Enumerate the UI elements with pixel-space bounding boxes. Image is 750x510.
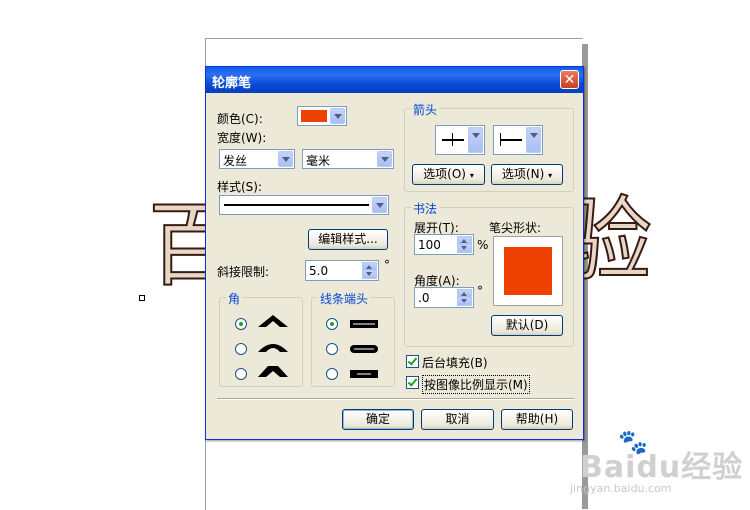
chevron-down-icon[interactable] xyxy=(468,127,483,153)
close-icon: ✕ xyxy=(563,72,576,88)
dialog-title: 轮廓笔 xyxy=(212,76,252,91)
chevron-down-icon[interactable] xyxy=(330,108,345,124)
width-label: 宽度(W): xyxy=(217,131,267,145)
unit-select-value: 毫米 xyxy=(306,154,331,168)
cap-butt-radio[interactable] xyxy=(326,318,338,330)
stretch-stepper[interactable]: 100 xyxy=(414,234,474,255)
ok-button[interactable]: 确定 xyxy=(342,409,414,430)
arrows-group: 箭头 选项(O) ▾ 选项(N) ▾ xyxy=(404,101,574,192)
line-end-tick xyxy=(500,133,501,146)
end-arrow-select[interactable] xyxy=(493,125,543,155)
dialog-body: 颜色(C): 宽度(W): 发丝 毫米 样式(S): 编辑样式... 斜接限制:… xyxy=(209,93,580,436)
line-style-select[interactable] xyxy=(219,195,389,215)
spin-down-icon[interactable] xyxy=(457,297,472,306)
scale-with-image-label[interactable]: 按图像比例显示(M) xyxy=(422,375,530,394)
spin-down-icon[interactable] xyxy=(362,270,377,279)
edit-style-button[interactable]: 编辑样式... xyxy=(308,229,388,250)
stretch-unit: % xyxy=(477,238,489,252)
angle-unit: ° xyxy=(477,284,483,298)
corners-group: 角 xyxy=(219,290,303,387)
chevron-down-icon[interactable] xyxy=(278,151,293,167)
round-cap-icon xyxy=(350,345,378,353)
default-button[interactable]: 默认(D) xyxy=(491,315,563,336)
corners-title: 角 xyxy=(226,290,243,307)
angle-stepper[interactable]: .0 xyxy=(414,287,474,308)
arrow-options-right-button[interactable]: 选项(N) ▾ xyxy=(491,164,563,185)
chevron-down-icon[interactable] xyxy=(526,127,541,153)
behind-fill-label[interactable]: 后台填充(B) xyxy=(422,354,488,371)
width-select-value: 发丝 xyxy=(223,154,248,168)
line-style-preview xyxy=(224,204,369,206)
nib-shape-square xyxy=(504,247,552,295)
outline-pen-dialog: 轮廓笔 ✕ 颜色(C): 宽度(W): 发丝 毫米 样式(S): 编辑样式...… xyxy=(205,66,584,440)
chevron-down-icon[interactable] xyxy=(377,151,392,167)
caret-down-icon: ▾ xyxy=(469,171,474,180)
stretch-value: 100 xyxy=(418,238,441,252)
bevel-corner-icon xyxy=(258,366,288,377)
selection-node[interactable] xyxy=(139,295,145,301)
spin-down-icon[interactable] xyxy=(457,244,472,253)
arrow-options-right-label: 选项(N) xyxy=(501,167,545,181)
arrow-options-left-label: 选项(O) xyxy=(423,167,466,181)
separator xyxy=(217,398,574,400)
start-arrow-select[interactable] xyxy=(435,125,485,155)
arrow-options-left-button[interactable]: 选项(O) ▾ xyxy=(412,164,485,185)
cap-round-radio[interactable] xyxy=(326,343,338,355)
nib-shape-preview[interactable] xyxy=(493,236,563,306)
miter-limit-value: 5.0 xyxy=(309,264,329,278)
arrows-title: 箭头 xyxy=(411,101,440,118)
miter-corner-icon xyxy=(258,315,288,327)
watermark-main: Baidu经验 xyxy=(580,450,744,485)
unit-select[interactable]: 毫米 xyxy=(302,149,394,169)
square-cap-icon xyxy=(350,370,378,378)
miter-unit: ° xyxy=(384,258,390,272)
corner-bevel-radio[interactable] xyxy=(235,368,247,380)
line-caps-group: 线条端头 xyxy=(311,290,395,387)
scale-with-image-checkbox[interactable] xyxy=(406,376,419,389)
cap-square-radio[interactable] xyxy=(326,368,338,380)
corner-round-radio[interactable] xyxy=(235,343,247,355)
angle-value: .0 xyxy=(418,291,430,305)
nib-shape-label: 笔尖形状: xyxy=(489,221,542,235)
style-label: 样式(S): xyxy=(217,180,263,194)
butt-cap-icon xyxy=(350,320,378,328)
watermark-url: jingyan.baidu.com xyxy=(570,482,672,495)
width-select[interactable]: 发丝 xyxy=(219,149,295,169)
miter-limit-stepper[interactable]: 5.0 xyxy=(305,260,379,281)
calligraphy-title: 书法 xyxy=(411,200,440,217)
line-end-tick xyxy=(452,133,453,146)
color-label: 颜色(C): xyxy=(217,112,263,126)
baidu-watermark: 🐾 Baidu经验 jingyan.baidu.com xyxy=(570,428,750,509)
line-end-preview xyxy=(442,139,464,141)
corner-miter-radio[interactable] xyxy=(235,318,247,330)
close-button[interactable]: ✕ xyxy=(560,70,579,89)
color-picker[interactable] xyxy=(297,106,347,126)
calligraphy-group: 书法 展开(T): 100 % 笔尖形状: 角度(A): .0 ° 默认(D) xyxy=(404,200,574,347)
line-caps-title: 线条端头 xyxy=(318,290,371,307)
caret-down-icon: ▾ xyxy=(548,171,553,180)
line-end-preview xyxy=(500,139,522,141)
cancel-button[interactable]: 取消 xyxy=(421,409,494,430)
help-button[interactable]: 帮助(H) xyxy=(501,409,573,430)
round-corner-icon xyxy=(258,344,288,352)
title-bar[interactable]: 轮廓笔 ✕ xyxy=(206,67,583,93)
miter-limit-label: 斜接限制: xyxy=(217,265,270,279)
color-swatch xyxy=(301,110,327,122)
behind-fill-checkbox[interactable] xyxy=(406,355,419,368)
chevron-down-icon[interactable] xyxy=(372,197,387,213)
